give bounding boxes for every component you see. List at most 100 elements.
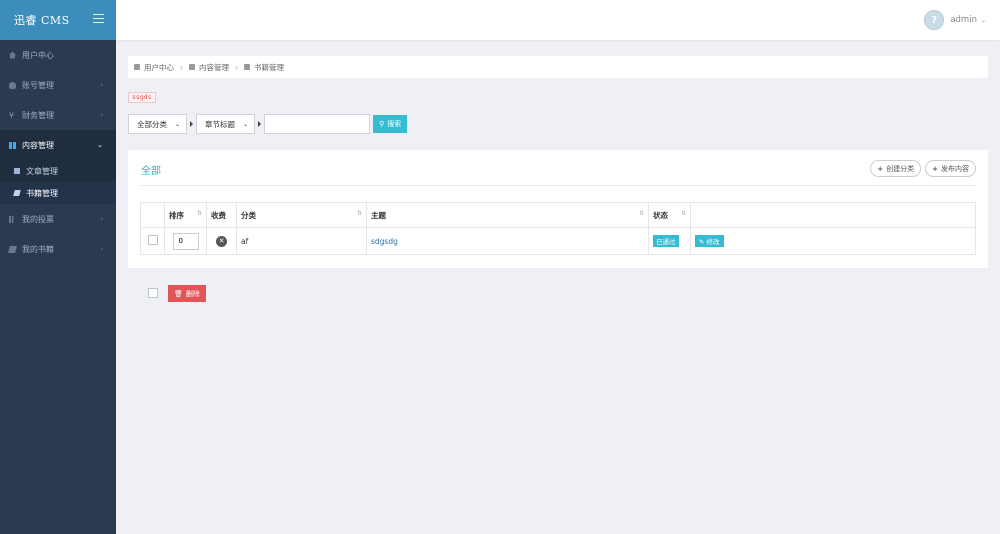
- search-input[interactable]: [264, 114, 371, 134]
- status-header[interactable]: 状态 ⇅: [648, 202, 691, 228]
- publish-content-button[interactable]: + 发布内容: [925, 160, 976, 177]
- content-panel: 全部 + 创建分类 + 发布内容 排序 ⇅ 收费 分类 ⇅ 主题 ⇅ 状态 ⇅ …: [128, 150, 988, 268]
- plus-icon: +: [877, 164, 884, 173]
- grid-icon: [189, 64, 195, 70]
- chevron-down-icon: ⌄: [97, 141, 103, 149]
- table-header-row: 排序 ⇅ 收费 分类 ⇅ 主题 ⇅ 状态 ⇅: [140, 202, 976, 228]
- order-header[interactable]: 排序 ⇅: [164, 202, 207, 228]
- username[interactable]: admin: [950, 15, 977, 25]
- sidebar-submenu: 文章管理 书籍管理: [0, 160, 116, 204]
- close-circle-icon: ✕: [216, 235, 227, 247]
- status-header-label: 状态: [653, 210, 668, 220]
- sidebar-subitem-books[interactable]: 书籍管理: [0, 182, 116, 204]
- user-icon: [9, 81, 16, 89]
- row-checkbox-cell: [140, 227, 165, 255]
- chevron-right-icon: ›: [100, 111, 103, 119]
- create-category-button[interactable]: + 创建分类: [870, 160, 922, 177]
- sidebar-item-user-center[interactable]: 用户中心: [0, 40, 116, 70]
- sort-icon[interactable]: ⇅: [639, 210, 644, 217]
- order-header-label: 排序: [169, 210, 184, 220]
- divider: [140, 185, 976, 186]
- sidebar-item-books[interactable]: 我的书籍 ›: [0, 234, 116, 264]
- category-header[interactable]: 分类 ⇅: [236, 202, 367, 228]
- chevron-right-icon: ›: [180, 62, 183, 72]
- sort-icon[interactable]: ⇅: [681, 210, 686, 217]
- chevron-right-icon: ›: [235, 62, 238, 72]
- delete-button[interactable]: 🗑 删除: [168, 285, 206, 302]
- actions-header: [690, 202, 976, 228]
- sidebar-subitem-label: 文章管理: [26, 166, 58, 176]
- sidebar-item-account[interactable]: 账号管理 ›: [0, 70, 116, 100]
- edit-button-label: 修改: [706, 238, 720, 246]
- fee-cell: ✕: [206, 227, 237, 255]
- subject-header-label: 主题: [371, 210, 386, 220]
- breadcrumb-item[interactable]: 用户中心: [144, 62, 174, 73]
- status-cell: 已通过: [648, 227, 691, 255]
- subject-cell: sdgsdg: [366, 227, 649, 255]
- caret-right-icon: [258, 121, 262, 127]
- chevron-right-icon: ›: [100, 245, 103, 253]
- category-cell: af: [236, 227, 367, 255]
- chevron-down-icon: ⌄: [243, 120, 249, 128]
- brand-logo[interactable]: 迅睿 CMS: [14, 12, 70, 28]
- delete-button-label: 删除: [185, 289, 200, 298]
- order-input[interactable]: [172, 232, 199, 250]
- sidebar-item-label: 账号管理: [22, 80, 54, 90]
- article-icon: [14, 168, 20, 174]
- book-icon: [8, 245, 17, 253]
- top-bar: ? admin ⌄: [116, 0, 1000, 40]
- search-button-label: 搜索: [387, 120, 402, 128]
- create-category-label: 创建分类: [886, 164, 915, 173]
- row-checkbox[interactable]: [147, 235, 158, 245]
- select-all-header: [140, 202, 165, 228]
- sidebar-item-label: 我的书籍: [22, 244, 54, 254]
- book-tag: ssgds: [128, 92, 156, 103]
- breadcrumb-item: 书籍管理: [254, 62, 284, 72]
- panel-actions: + 创建分类 + 发布内容: [866, 160, 976, 177]
- panel-title: 全部: [141, 166, 161, 177]
- home-icon: [134, 64, 140, 70]
- sidebar-item-finance[interactable]: ¥ 财务管理 ›: [0, 100, 116, 130]
- field-select-value: 章节标题: [205, 119, 236, 129]
- sidebar-item-content[interactable]: 内容管理 ⌄: [0, 130, 116, 160]
- subject-link[interactable]: sdgsdg: [371, 237, 398, 246]
- sort-icon[interactable]: ⇅: [197, 210, 202, 217]
- status-badge: 已通过: [653, 235, 679, 247]
- filter-bar: 全部分类 ⌄ 章节标题 ⌄ ⚲ 搜索: [128, 114, 408, 134]
- search-button[interactable]: ⚲ 搜索: [373, 115, 408, 133]
- breadcrumb: 用户中心 › 内容管理 › 书籍管理: [128, 56, 988, 78]
- chevron-down-icon: ⌄: [175, 120, 181, 128]
- sidebar-item-label: 财务管理: [22, 110, 54, 120]
- sidebar-item-label: 用户中心: [22, 50, 54, 60]
- sidebar-subitem-label: 书籍管理: [26, 188, 58, 198]
- chevron-down-icon[interactable]: ⌄: [981, 17, 986, 24]
- sidebar-subitem-articles[interactable]: 文章管理: [0, 160, 116, 182]
- category-select[interactable]: 全部分类 ⌄: [128, 114, 188, 134]
- edit-button[interactable]: ✎ 修改: [695, 235, 724, 247]
- edit-icon: ✎: [699, 238, 705, 246]
- publish-content-label: 发布内容: [941, 164, 969, 173]
- sidebar: 迅睿 CMS 用户中心 账号管理 › ¥ 财务管理 › 内容管理 ⌄ 文章管理 …: [0, 0, 116, 534]
- brand-bar: 迅睿 CMS: [0, 0, 116, 40]
- chevron-right-icon: ›: [100, 215, 103, 223]
- grid-icon: [9, 141, 16, 149]
- book-icon: [244, 64, 250, 70]
- user-menu[interactable]: ? admin ⌄: [924, 10, 986, 30]
- books-table: 排序 ⇅ 收费 分类 ⇅ 主题 ⇅ 状态 ⇅ ✕ af sdgsdg 已通过: [140, 202, 976, 255]
- menu-toggle-icon[interactable]: [93, 14, 104, 23]
- sidebar-item-label: 我的投票: [22, 214, 54, 224]
- home-icon: [9, 51, 16, 59]
- bar-chart-icon: [9, 215, 16, 223]
- table-row: ✕ af sdgsdg 已通过 ✎ 修改: [140, 227, 976, 255]
- sidebar-item-votes[interactable]: 我的投票 ›: [0, 204, 116, 234]
- sidebar-item-label: 内容管理: [22, 140, 54, 150]
- subject-header[interactable]: 主题 ⇅: [366, 202, 649, 228]
- breadcrumb-item[interactable]: 内容管理: [199, 62, 229, 73]
- select-all-checkbox[interactable]: [148, 288, 158, 298]
- actions-cell: ✎ 修改: [690, 227, 976, 255]
- main-content: 用户中心 › 内容管理 › 书籍管理 ssgds 全部分类 ⌄ 章节标题 ⌄ ⚲…: [116, 40, 1000, 534]
- sort-icon[interactable]: ⇅: [357, 210, 362, 217]
- chevron-right-icon: ›: [100, 81, 103, 89]
- avatar[interactable]: ?: [924, 10, 945, 30]
- field-select[interactable]: 章节标题 ⌄: [196, 114, 256, 134]
